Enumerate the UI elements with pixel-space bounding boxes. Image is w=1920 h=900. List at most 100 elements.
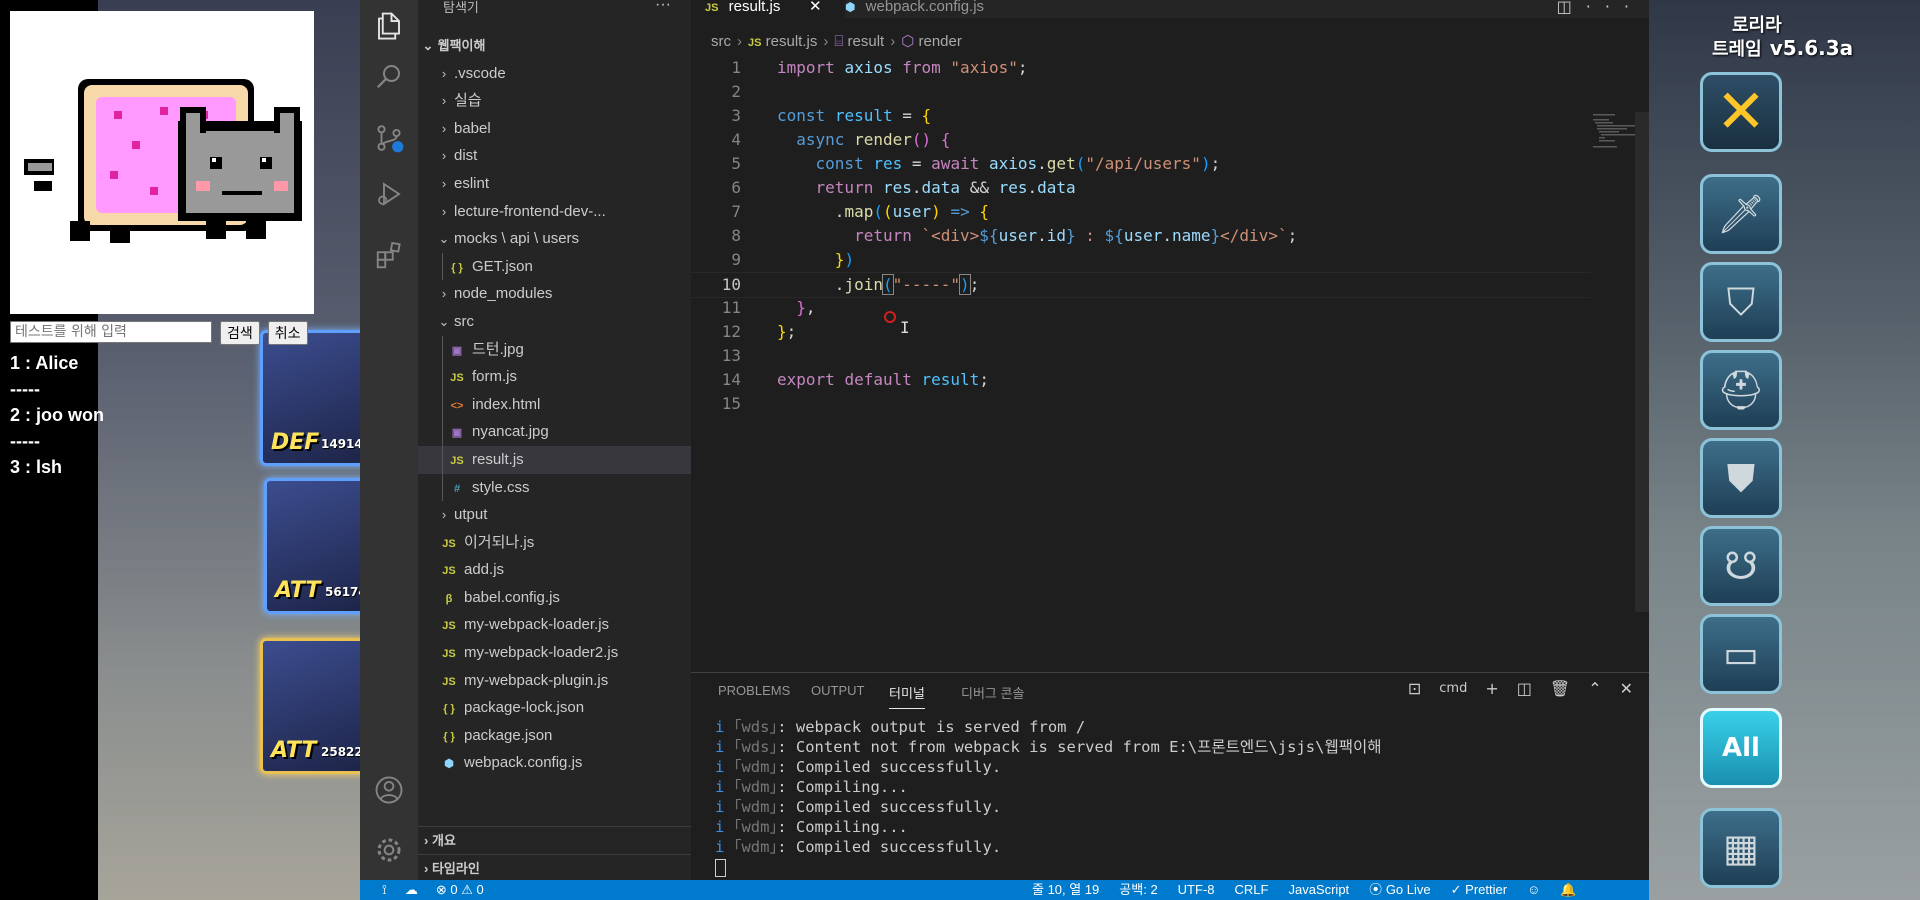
game-necklace-button[interactable]: ☋ bbox=[1700, 526, 1782, 606]
feedback-icon[interactable]: ☺ bbox=[1527, 880, 1540, 900]
cursor-position[interactable]: 줄 10, 열 19 bbox=[1032, 880, 1099, 900]
bell-icon[interactable]: 🔔 bbox=[1560, 880, 1576, 900]
breadcrumb-item[interactable]: result bbox=[848, 33, 885, 50]
bottom-panel: PROBLEMS OUTPUT 터미널 디버그 콘솔 ⊡ cmd + ◫ 🗑 ⌃… bbox=[691, 672, 1649, 881]
tree-file[interactable]: { } package.json bbox=[418, 722, 691, 750]
accounts-activity[interactable] bbox=[360, 764, 418, 816]
game-helmet-button[interactable]: ⛑ bbox=[1700, 350, 1782, 430]
line-number: 9 bbox=[731, 250, 741, 269]
trash-icon[interactable]: 🗑 bbox=[1550, 679, 1570, 698]
settings-activity[interactable] bbox=[360, 824, 418, 876]
tree-folder[interactable]: › .vscode bbox=[418, 60, 691, 88]
tree-file[interactable]: ▣ nyancat.jpg bbox=[418, 418, 691, 446]
terminal-line: i ｢wdm｣: Compiling... bbox=[715, 818, 908, 836]
tree-file[interactable]: JS form.js bbox=[418, 363, 691, 391]
sync-icon[interactable]: ☁ bbox=[405, 880, 418, 900]
add-terminal-icon[interactable]: + bbox=[1485, 679, 1498, 698]
game-weapon-button[interactable]: 🗡 bbox=[1700, 174, 1782, 254]
tree-folder[interactable]: › 실습 bbox=[418, 87, 691, 115]
game-close-button[interactable]: ✕ bbox=[1700, 72, 1782, 152]
breadcrumb-item[interactable]: src bbox=[711, 33, 731, 50]
tab-debug-console[interactable]: 디버그 콘솔 bbox=[961, 683, 1024, 702]
run-debug-activity[interactable] bbox=[360, 168, 418, 220]
more-actions-icon[interactable]: ··· bbox=[655, 0, 671, 14]
tree-file[interactable]: β babel.config.js bbox=[418, 584, 691, 612]
list-item: 1 : Alice bbox=[10, 353, 79, 373]
remote-icon[interactable]: ⟟ bbox=[382, 880, 387, 900]
tab-terminal[interactable]: 터미널 bbox=[889, 683, 925, 709]
vertical-scrollbar[interactable] bbox=[1635, 112, 1649, 612]
tree-file[interactable]: JS result.js bbox=[418, 445, 691, 474]
tree-folder[interactable]: ⌄ src bbox=[418, 308, 691, 336]
code-line: 3 const result = { bbox=[691, 104, 1591, 128]
tree-folder[interactable]: ⌄ mocks \ api \ users bbox=[418, 225, 691, 253]
tree-file[interactable]: ⬢ webpack.config.js bbox=[418, 749, 691, 777]
explorer-sidebar: 탐색기 ··· ⌄ 웹팩이해 › .vscode › 실습 › babel › dist › es… bbox=[418, 0, 691, 880]
json-file-icon: { } bbox=[443, 730, 455, 743]
js-file-icon: JS bbox=[450, 454, 464, 467]
terminal-output[interactable]: i ｢wds｣: webpack output is served from /… bbox=[715, 717, 1381, 877]
game-all-button[interactable]: All bbox=[1700, 708, 1782, 788]
tree-file[interactable]: JS 이거되나.js bbox=[418, 529, 691, 557]
search-input[interactable] bbox=[10, 321, 212, 343]
project-root[interactable]: ⌄ 웹팩이해 bbox=[418, 32, 691, 60]
tab-output[interactable]: OUTPUT bbox=[811, 683, 864, 698]
terminal-shell-name[interactable]: cmd bbox=[1439, 681, 1467, 696]
timeline-label: 타임라인 bbox=[431, 861, 480, 876]
html-file-icon: <> bbox=[450, 399, 464, 412]
tree-file[interactable]: JS my-webpack-loader2.js bbox=[418, 639, 691, 667]
tree-folder[interactable]: › babel bbox=[418, 115, 691, 143]
tree-file[interactable]: JS my-webpack-loader.js bbox=[418, 611, 691, 639]
extensions-activity[interactable] bbox=[360, 230, 418, 282]
game-shield-button[interactable]: ⛉ bbox=[1700, 262, 1782, 342]
tree-file[interactable]: ▣ 드턴.jpg bbox=[418, 335, 691, 364]
breadcrumb-item[interactable]: render bbox=[918, 33, 961, 50]
indentation[interactable]: 공백: 2 bbox=[1119, 880, 1157, 900]
tree-file[interactable]: JS add.js bbox=[418, 556, 691, 584]
encoding[interactable]: UTF-8 bbox=[1178, 880, 1215, 900]
chevron-right-icon: › bbox=[823, 33, 829, 50]
go-live-button[interactable]: ⦿ Go Live bbox=[1369, 880, 1430, 900]
tree-file[interactable]: { } package-lock.json bbox=[418, 694, 691, 722]
outline-sections: › 개요 › 타임라인 bbox=[418, 826, 691, 882]
code-line: 12}; bbox=[691, 320, 1591, 344]
game-armor-button[interactable]: ⛊ bbox=[1700, 438, 1782, 518]
explorer-activity[interactable] bbox=[360, 0, 418, 52]
language-mode[interactable]: JavaScript bbox=[1288, 880, 1349, 900]
tree-folder[interactable]: › node_modules bbox=[418, 280, 691, 308]
split-terminal-icon[interactable]: ◫ bbox=[1517, 679, 1532, 698]
chevron-right-icon: › bbox=[424, 861, 429, 876]
tree-folder[interactable]: › eslint bbox=[418, 170, 691, 198]
search-button[interactable]: 검색 bbox=[220, 321, 260, 345]
tree-file[interactable]: { } GET.json bbox=[418, 252, 691, 281]
more-actions-icon[interactable]: ··· bbox=[1586, 0, 1643, 16]
close-icon[interactable]: ✕ bbox=[809, 0, 822, 14]
tree-file[interactable]: <> index.html bbox=[418, 390, 691, 419]
code-editor[interactable]: 1 import axios from "axios"; 2 3 const res… bbox=[691, 56, 1649, 656]
tab-webpack-config[interactable]: ⬢ webpack.config.js bbox=[831, 0, 1015, 18]
source-control-activity[interactable] bbox=[360, 112, 418, 164]
tree-folder[interactable]: › utput bbox=[418, 501, 691, 529]
close-icon[interactable]: ✕ bbox=[1620, 679, 1633, 698]
tree-file[interactable]: # style.css bbox=[418, 473, 691, 502]
tree-folder[interactable]: › lecture-frontend-dev-... bbox=[418, 198, 691, 226]
tree-folder[interactable]: › dist bbox=[418, 142, 691, 170]
game-belt-button[interactable]: ▭ bbox=[1700, 614, 1782, 694]
tree-file[interactable]: JS my-webpack-plugin.js bbox=[418, 667, 691, 695]
end-of-line[interactable]: CRLF bbox=[1235, 880, 1269, 900]
game-grid-button[interactable]: ▦ bbox=[1700, 808, 1782, 888]
maximize-panel-icon[interactable]: ⌃ bbox=[1588, 679, 1601, 698]
outline-section[interactable]: › 개요 bbox=[418, 827, 691, 854]
search-activity[interactable] bbox=[360, 50, 418, 102]
breadcrumb-item[interactable]: result.js bbox=[766, 33, 818, 50]
cancel-button[interactable]: 취소 bbox=[267, 321, 308, 345]
chevron-down-icon: ⌄ bbox=[438, 231, 450, 247]
file-tree: ⌄ 웹팩이해 › .vscode › 실습 › babel › dist › eslint › lec… bbox=[418, 32, 691, 777]
tab-label: result.js bbox=[728, 0, 781, 15]
tab-problems[interactable]: PROBLEMS bbox=[718, 683, 790, 698]
problems-status[interactable]: ⊗ 0 ⚠ 0 bbox=[436, 880, 484, 900]
split-editor-icon[interactable]: ◫ bbox=[1557, 0, 1586, 16]
tab-result-js[interactable]: JS result.js ✕ bbox=[691, 0, 845, 18]
prettier-status[interactable]: ✓ Prettier bbox=[1451, 880, 1507, 900]
timeline-section[interactable]: › 타임라인 bbox=[418, 854, 691, 882]
